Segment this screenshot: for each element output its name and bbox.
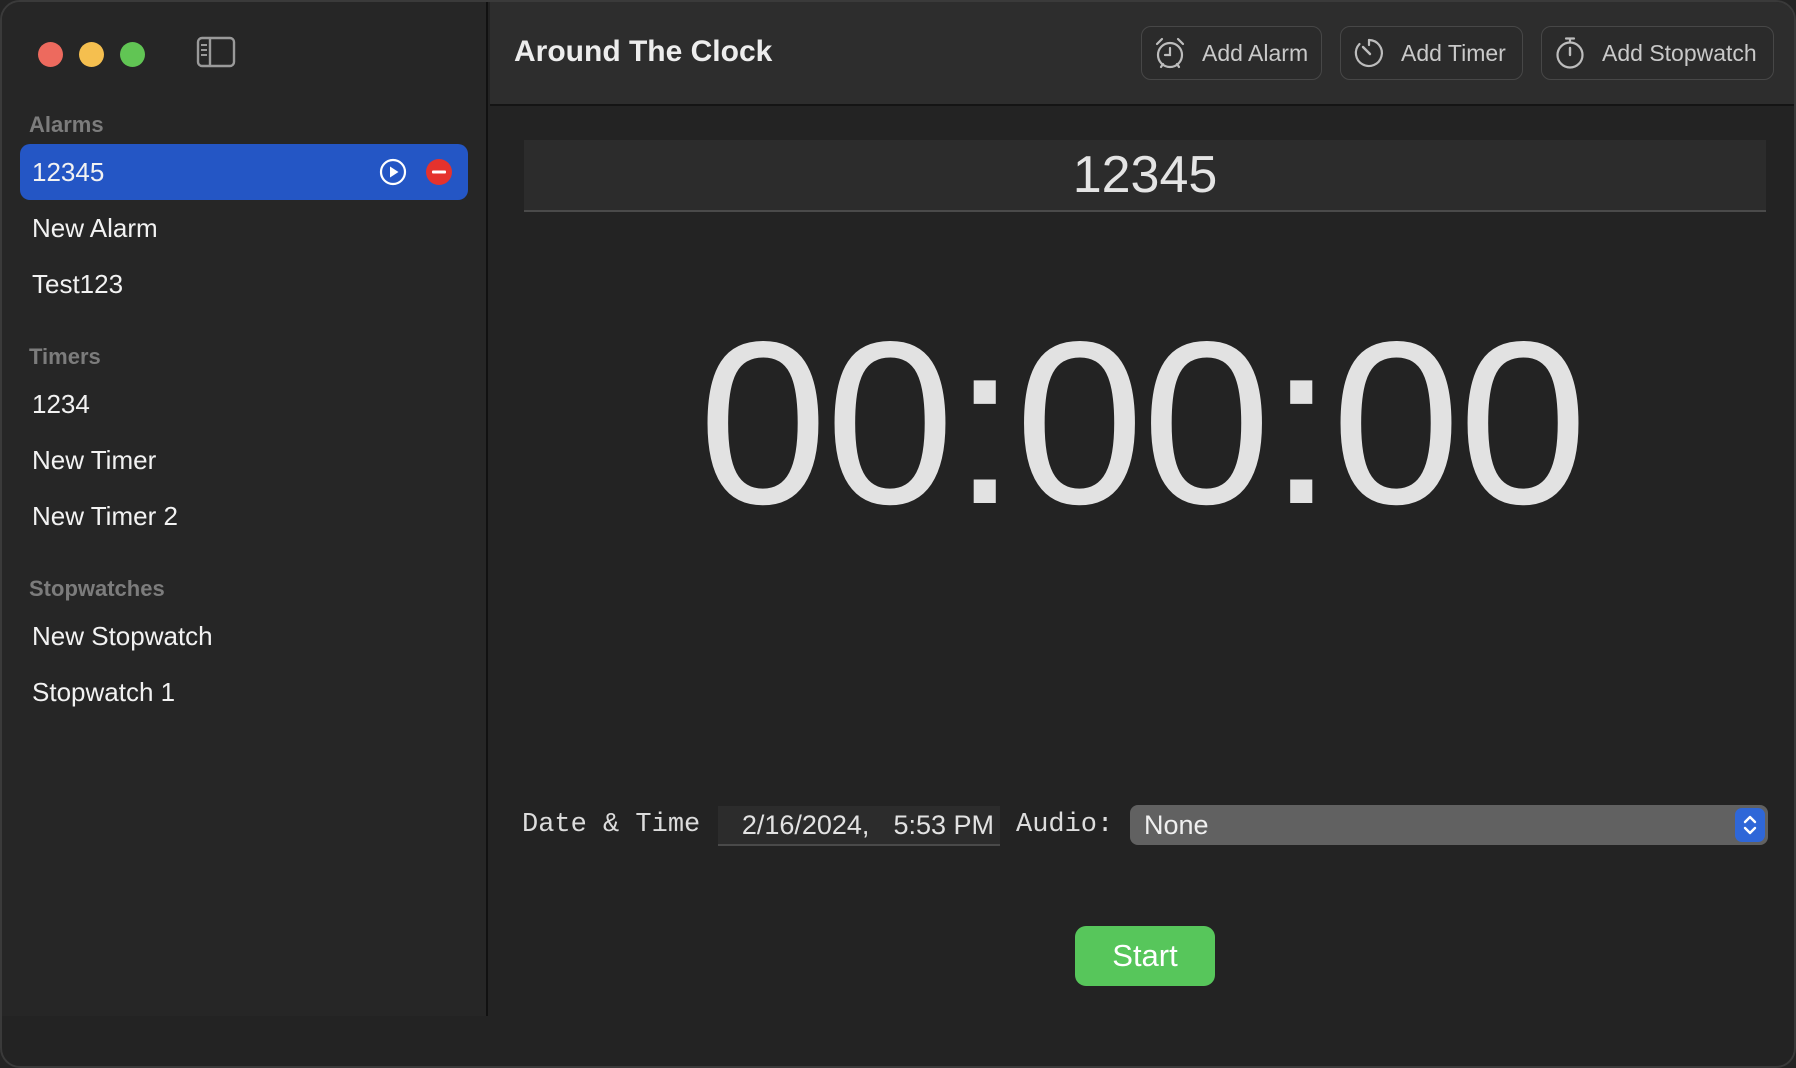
audio-selected-value: None xyxy=(1144,809,1209,840)
select-stepper[interactable] xyxy=(1735,808,1765,842)
add-alarm-button[interactable]: Add Alarm xyxy=(1141,26,1322,80)
sidebar-item-stopwatch[interactable]: New Stopwatch xyxy=(20,608,468,664)
close-window-button[interactable] xyxy=(38,42,63,67)
date-time-label: Date & Time xyxy=(522,810,701,840)
app-title: Around The Clock xyxy=(514,35,773,68)
sidebar-item-alarm[interactable]: Test123 xyxy=(20,256,468,312)
stopwatch-icon xyxy=(1556,37,1584,69)
add-stopwatch-button[interactable]: Add Stopwatch xyxy=(1541,26,1774,80)
sidebar-item-timer[interactable]: New Timer 2 xyxy=(20,488,468,544)
sidebar-item-label: New Timer xyxy=(32,444,157,475)
sidebar-item-label: New Stopwatch xyxy=(32,620,213,651)
sidebar-item-timer[interactable]: New Timer xyxy=(20,432,468,488)
alarm-clock-icon xyxy=(1155,37,1185,69)
detail-pane: 12345 00:00:00 Date & Time 2/16/2024, 5:… xyxy=(490,108,1794,1016)
toolbar: Around The Clock Add Alarm Add Timer Add… xyxy=(490,2,1794,106)
audio-label: Audio: xyxy=(1016,810,1114,840)
sidebar-item-stopwatch[interactable]: Stopwatch 1 xyxy=(20,664,468,720)
app-window: Alarms 12345 New Alarm Test123 Timers 12… xyxy=(0,0,1796,1068)
chevron-up-down-icon xyxy=(1743,815,1757,835)
alarm-name-field[interactable]: 12345 xyxy=(524,140,1766,212)
add-timer-label: Add Timer xyxy=(1401,39,1506,66)
delete-icon[interactable] xyxy=(424,157,454,187)
stopwatches-section-header: Stopwatches xyxy=(29,576,165,601)
sidebar-item-label: 12345 xyxy=(32,156,105,187)
timers-section-header: Timers xyxy=(29,344,101,369)
add-timer-button[interactable]: Add Timer xyxy=(1340,26,1523,80)
play-icon[interactable] xyxy=(378,157,408,187)
sidebar-toggle-icon[interactable] xyxy=(196,36,236,68)
maximize-window-button[interactable] xyxy=(120,42,145,67)
sidebar-item-alarm[interactable]: New Alarm xyxy=(20,200,468,256)
minimize-window-button[interactable] xyxy=(79,42,104,67)
sidebar-item-alarm[interactable]: 12345 xyxy=(20,144,468,200)
alarms-section-header: Alarms xyxy=(29,112,104,137)
audio-select[interactable]: None xyxy=(1130,805,1768,845)
timer-icon xyxy=(1354,38,1383,68)
sidebar-item-timer[interactable]: 1234 xyxy=(20,376,468,432)
window-controls xyxy=(38,42,145,67)
start-button[interactable]: Start xyxy=(1075,926,1215,986)
sidebar: Alarms 12345 New Alarm Test123 Timers 12… xyxy=(2,2,488,1016)
time-display: 00:00:00 xyxy=(698,294,1587,553)
sidebar-item-label: Test123 xyxy=(32,268,124,299)
add-stopwatch-label: Add Stopwatch xyxy=(1602,39,1757,66)
date-value[interactable]: 2/16/2024, xyxy=(742,810,870,841)
date-time-picker[interactable]: 2/16/2024, 5:53 PM xyxy=(718,806,1000,846)
row-actions xyxy=(378,157,454,187)
sidebar-item-label: New Alarm xyxy=(32,212,158,243)
sidebar-item-label: 1234 xyxy=(32,388,90,419)
time-value[interactable]: 5:53 PM xyxy=(893,810,994,841)
add-alarm-label: Add Alarm xyxy=(1202,39,1309,66)
sidebar-item-label: Stopwatch 1 xyxy=(32,676,176,707)
sidebar-item-label: New Timer 2 xyxy=(32,500,178,531)
